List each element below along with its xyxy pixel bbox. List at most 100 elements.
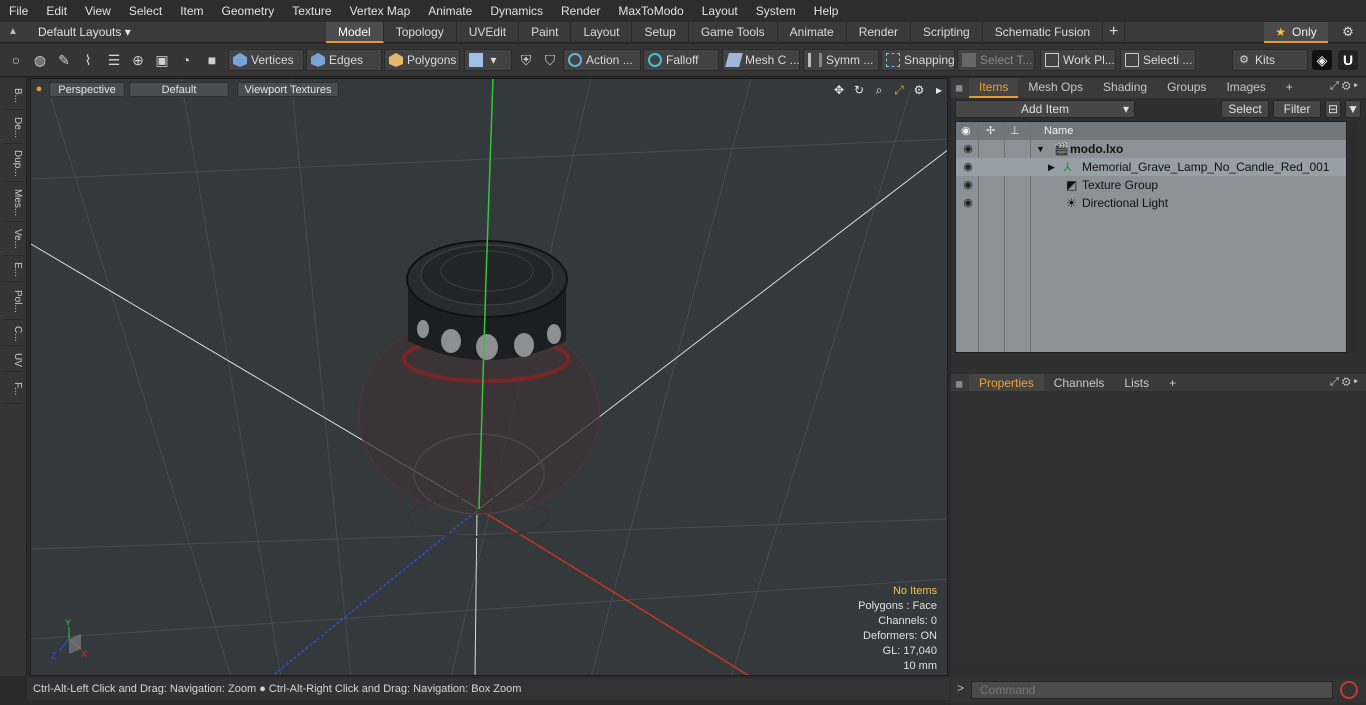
tab-scripting[interactable]: Scripting	[911, 22, 983, 43]
symmetry-button[interactable]: Symm ...	[803, 49, 879, 71]
globe-icon[interactable]: ◍	[30, 50, 50, 70]
only-toggle[interactable]: ★ Only	[1264, 22, 1328, 43]
select-through-button[interactable]: Select T...	[957, 49, 1035, 71]
tree-row-mesh[interactable]: ◉ ▶ ⅄ Memorial_Grave_Lamp_No_Candle_Red_…	[956, 158, 1346, 176]
polygons-button[interactable]: Polygons	[384, 49, 460, 71]
edges-button[interactable]: Edges	[306, 49, 382, 71]
shield-icon[interactable]: ⛨	[516, 50, 536, 70]
menu-file[interactable]: File	[0, 0, 37, 22]
command-input[interactable]	[971, 681, 1333, 699]
center-icon[interactable]: ⊕	[128, 50, 148, 70]
tree-row-texture-group[interactable]: ◉ ◩ Texture Group	[956, 176, 1346, 194]
expand-icon[interactable]: ▶	[1048, 158, 1055, 176]
collapse-icon[interactable]: ⊟	[1325, 100, 1341, 118]
record-icon[interactable]	[1340, 681, 1358, 699]
eye-icon[interactable]: ◉	[961, 194, 975, 212]
eye-icon[interactable]: ◉	[961, 140, 975, 158]
view-mode-button[interactable]: Perspective	[49, 82, 125, 97]
rotate-icon[interactable]: ↻	[851, 82, 867, 98]
layouts-dropdown[interactable]: Default Layouts ▾	[38, 22, 131, 43]
left-tab-curve[interactable]: C...	[3, 322, 23, 346]
align-icon[interactable]: ☰	[104, 50, 124, 70]
layout-arrow-icon[interactable]: ▲	[8, 26, 20, 38]
panel-menu-icon[interactable]: ◼	[955, 379, 969, 390]
select-button[interactable]: Select	[1221, 100, 1269, 118]
brush-icon[interactable]: ⌇	[78, 50, 98, 70]
3d-viewport[interactable]: Y X Z ● Perspective Default Viewport Tex…	[30, 78, 948, 676]
tab-model[interactable]: Model	[326, 22, 384, 43]
falloff-button[interactable]: Falloff	[643, 49, 719, 71]
menu-geometry[interactable]: Geometry	[213, 0, 284, 22]
pan-icon[interactable]: ✥	[831, 82, 847, 98]
tab-schematic-fusion[interactable]: Schematic Fusion	[983, 22, 1104, 43]
viewport-textures-button[interactable]: Viewport Textures	[237, 82, 339, 97]
circle-select-icon[interactable]: ○	[6, 50, 26, 70]
tab-groups[interactable]: Groups	[1157, 78, 1216, 98]
tab-images[interactable]: Images	[1216, 78, 1275, 98]
left-tab-deform[interactable]: De...	[3, 112, 23, 144]
cube-icon[interactable]: ■	[202, 50, 222, 70]
tab-mesh-ops[interactable]: Mesh Ops	[1018, 78, 1093, 98]
add-panel-tab-button[interactable]: +	[1276, 78, 1303, 98]
panel-expand-gear-icon[interactable]: ⤢ ⚙ ▸	[1330, 376, 1358, 389]
tab-render[interactable]: Render	[847, 22, 912, 43]
tab-setup[interactable]: Setup	[632, 22, 689, 43]
kits-button[interactable]: ⚙ Kits	[1232, 49, 1308, 71]
tab-animate[interactable]: Animate	[778, 22, 847, 43]
menu-view[interactable]: View	[76, 0, 120, 22]
menu-select[interactable]: Select	[120, 0, 171, 22]
unity-icon[interactable]: ◈	[1312, 50, 1332, 70]
snapping-button[interactable]: Snapping	[881, 49, 955, 71]
left-tab-mesh-edit[interactable]: Mes...	[3, 184, 23, 222]
expand-icon[interactable]: ▼	[1036, 140, 1045, 158]
filter-button[interactable]: Filter	[1273, 100, 1321, 118]
menu-system[interactable]: System	[747, 0, 805, 22]
tree-row-modo-lxo[interactable]: ◉ ▼ 🎬 modo.lxo	[956, 140, 1346, 158]
left-tab-basic[interactable]: B...	[3, 82, 23, 110]
add-item-dropdown[interactable]: Add Item ▾	[955, 100, 1135, 118]
left-tab-duplicate[interactable]: Dup...	[3, 146, 23, 182]
item-mode-dropdown[interactable]: ▾	[464, 49, 512, 71]
panel-menu-icon[interactable]: ◼	[955, 83, 969, 94]
tree-row-directional-light[interactable]: ◉ ☀ Directional Light	[956, 194, 1346, 212]
action-center-button[interactable]: Action ...	[563, 49, 641, 71]
tab-game-tools[interactable]: Game Tools	[689, 22, 778, 43]
left-tab-edge[interactable]: E...	[3, 258, 23, 282]
snap-box-icon[interactable]: ▣	[152, 50, 172, 70]
timer-icon[interactable]: ◔	[176, 50, 196, 70]
menu-maxtomodo[interactable]: MaxToModo	[609, 0, 692, 22]
add-tab-button[interactable]: +	[1103, 22, 1126, 43]
menu-animate[interactable]: Animate	[419, 0, 481, 22]
menu-texture[interactable]: Texture	[283, 0, 340, 22]
panel-expand-gear-icon[interactable]: ⤢ ⚙ ▸	[1330, 80, 1358, 93]
funnel-icon[interactable]: ▼	[1345, 100, 1361, 118]
menu-layout[interactable]: Layout	[693, 0, 747, 22]
left-tab-polygon[interactable]: Pol...	[3, 284, 23, 320]
left-tab-vertex[interactable]: Ve...	[3, 224, 23, 256]
tab-items[interactable]: Items	[969, 78, 1019, 98]
menu-help[interactable]: Help	[805, 0, 848, 22]
work-plane-button[interactable]: Work Pl...	[1040, 49, 1116, 71]
selection-sets-button[interactable]: Selecti ...	[1120, 49, 1196, 71]
menu-item[interactable]: Item	[171, 0, 212, 22]
tab-shading[interactable]: Shading	[1093, 78, 1157, 98]
tab-uvedit[interactable]: UVEdit	[457, 22, 520, 43]
viewport-gear-icon[interactable]: ⚙	[911, 82, 927, 98]
menu-vertex-map[interactable]: Vertex Map	[341, 0, 420, 22]
maximize-icon[interactable]: ⤢	[891, 82, 907, 98]
vertices-button[interactable]: Vertices	[228, 49, 304, 71]
tab-paint[interactable]: Paint	[519, 22, 572, 43]
menu-dynamics[interactable]: Dynamics	[481, 0, 552, 22]
gear-icon[interactable]: ⚙	[1338, 24, 1358, 41]
left-tab-fusion[interactable]: F...	[3, 374, 23, 404]
shading-button[interactable]: Default	[129, 82, 229, 97]
eye-icon[interactable]: ◉	[961, 158, 975, 176]
menu-render[interactable]: Render	[552, 0, 609, 22]
eye-icon[interactable]: ◉	[961, 176, 975, 194]
left-tab-uv[interactable]: UV	[3, 348, 23, 372]
menu-edit[interactable]: Edit	[37, 0, 76, 22]
viewport-menu-dot[interactable]: ●	[35, 82, 43, 97]
viewport-expand-icon[interactable]: ▸	[931, 82, 947, 98]
tab-layout[interactable]: Layout	[571, 22, 633, 43]
shield-lock-icon[interactable]: ⛉	[540, 50, 560, 70]
